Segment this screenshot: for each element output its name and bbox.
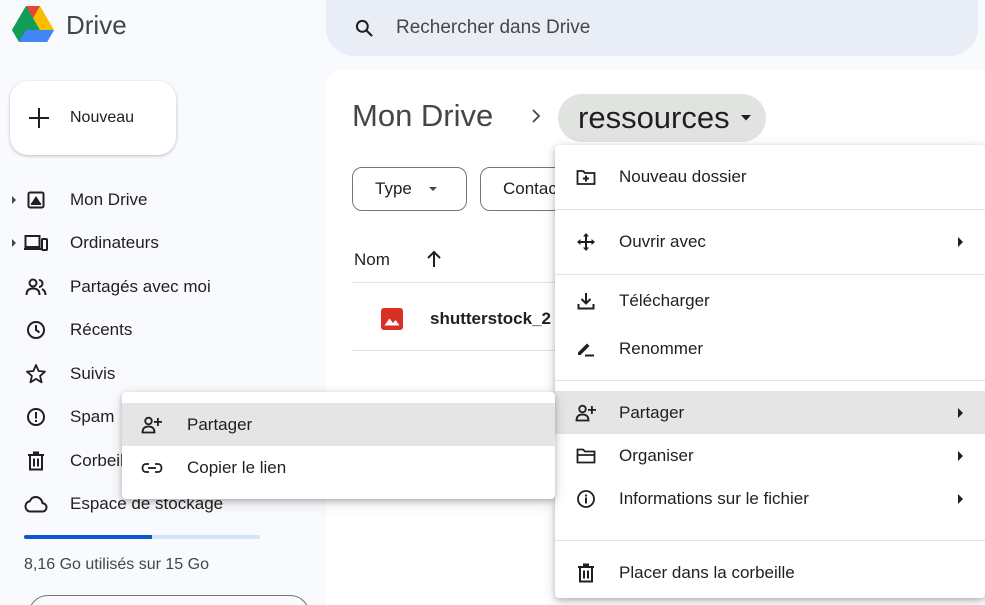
menu-item-open-with[interactable]: Ouvrir avec	[555, 210, 985, 274]
sort-up-arrow-icon[interactable]	[426, 250, 442, 268]
app-name: Drive	[66, 9, 127, 40]
trash-icon	[574, 561, 598, 585]
sidebar-item-label: Partagés avec moi	[70, 276, 211, 296]
my-drive-icon	[24, 188, 48, 212]
submenu-arrow-icon	[958, 493, 963, 504]
breadcrumb-root[interactable]: Mon Drive	[352, 98, 493, 134]
menu-item-move-to-trash[interactable]: Placer dans la corbeille	[555, 541, 985, 605]
sidebar-item-label: Ordinateurs	[70, 233, 159, 253]
share-icon	[574, 401, 598, 425]
new-button-label: Nouveau	[70, 109, 135, 126]
sidebar-item-starred[interactable]: Suivis	[0, 352, 320, 396]
new-folder-icon	[574, 165, 598, 189]
submenu-item-label: Partager	[187, 414, 253, 434]
breadcrumb-current-folder[interactable]: ressources	[558, 94, 766, 142]
sidebar-item-label: Mon Drive	[70, 189, 148, 209]
info-icon	[574, 487, 598, 511]
submenu-arrow-icon	[958, 237, 963, 247]
submenu-arrow-icon	[958, 407, 963, 418]
new-button[interactable]: Nouveau	[10, 81, 176, 155]
file-name[interactable]: shutterstock_2	[430, 309, 551, 329]
sidebar-item-label: Spam	[70, 407, 115, 427]
sidebar-item-label: Suivis	[70, 363, 116, 383]
drive-logo[interactable]: Drive	[12, 6, 127, 44]
recent-icon	[24, 318, 48, 342]
menu-item-label: Télécharger	[619, 291, 710, 310]
menu-item-label: Ouvrir avec	[619, 232, 706, 251]
menu-item-rename[interactable]: Renommer	[555, 327, 985, 370]
sidebar-item-computers[interactable]: Ordinateurs	[0, 222, 320, 266]
star-icon	[24, 362, 48, 386]
menu-item-new-folder[interactable]: Nouveau dossier	[555, 145, 985, 209]
drive-logo-icon	[12, 6, 54, 44]
storage-progress-bar	[24, 535, 260, 539]
cloud-icon	[24, 492, 48, 516]
context-menu: Nouveau dossier Ouvrir avec Télécharger …	[555, 145, 985, 598]
submenu-arrow-icon	[958, 450, 963, 461]
menu-item-organize[interactable]: Organiser	[555, 434, 985, 477]
chevron-right-icon	[528, 106, 544, 126]
menu-item-label: Placer dans la corbeille	[619, 563, 795, 582]
share-icon	[140, 413, 164, 437]
search-input[interactable]: Rechercher dans Drive	[396, 17, 590, 39]
shared-icon	[24, 275, 48, 299]
search-icon[interactable]	[354, 18, 374, 38]
storage-progress-fill	[24, 535, 153, 539]
storage-usage-text: 8,16 Go utilisés sur 15 Go	[24, 556, 209, 573]
menu-item-label: Organiser	[619, 445, 694, 465]
column-header-name[interactable]: Nom	[354, 250, 390, 270]
computers-icon	[24, 231, 48, 255]
download-icon	[574, 289, 598, 313]
sidebar-item-label: Récents	[70, 320, 133, 340]
sidebar-item-shared[interactable]: Partagés avec moi	[0, 265, 320, 309]
expand-caret-icon[interactable]	[12, 195, 16, 204]
image-file-icon	[381, 308, 403, 330]
menu-item-label: Nouveau dossier	[619, 167, 747, 186]
submenu-item-share[interactable]: Partager	[122, 403, 555, 446]
share-submenu: Partager Copier le lien	[122, 392, 555, 499]
sidebar-item-recent[interactable]: Récents	[0, 309, 320, 353]
sidebar-item-my-drive[interactable]: Mon Drive	[0, 178, 320, 222]
menu-item-file-info[interactable]: Informations sur le fichier	[555, 477, 985, 520]
menu-item-label: Renommer	[619, 338, 704, 358]
get-more-storage-button[interactable]	[28, 595, 310, 605]
spam-icon	[24, 405, 48, 429]
link-icon	[140, 456, 164, 480]
menu-divider	[555, 380, 985, 381]
organize-icon	[574, 444, 598, 468]
trash-icon	[24, 449, 48, 473]
dropdown-arrow-icon	[428, 186, 438, 192]
menu-item-share[interactable]: Partager	[555, 391, 985, 434]
plus-icon	[28, 107, 50, 129]
menu-item-label: Partager	[619, 402, 685, 422]
menu-item-label: Informations sur le fichier	[619, 488, 809, 508]
submenu-item-copy-link[interactable]: Copier le lien	[122, 446, 555, 489]
search-bar[interactable]: Rechercher dans Drive	[326, 0, 978, 56]
type-filter-label: Type	[375, 179, 412, 198]
type-filter-chip[interactable]: Type	[352, 167, 467, 211]
open-with-icon	[574, 230, 598, 254]
rename-icon	[574, 337, 598, 361]
dropdown-arrow-icon	[740, 114, 752, 122]
expand-caret-icon[interactable]	[12, 239, 16, 248]
submenu-item-label: Copier le lien	[187, 457, 287, 477]
menu-item-download[interactable]: Télécharger	[555, 275, 985, 327]
breadcrumb-current-label: ressources	[578, 100, 730, 135]
